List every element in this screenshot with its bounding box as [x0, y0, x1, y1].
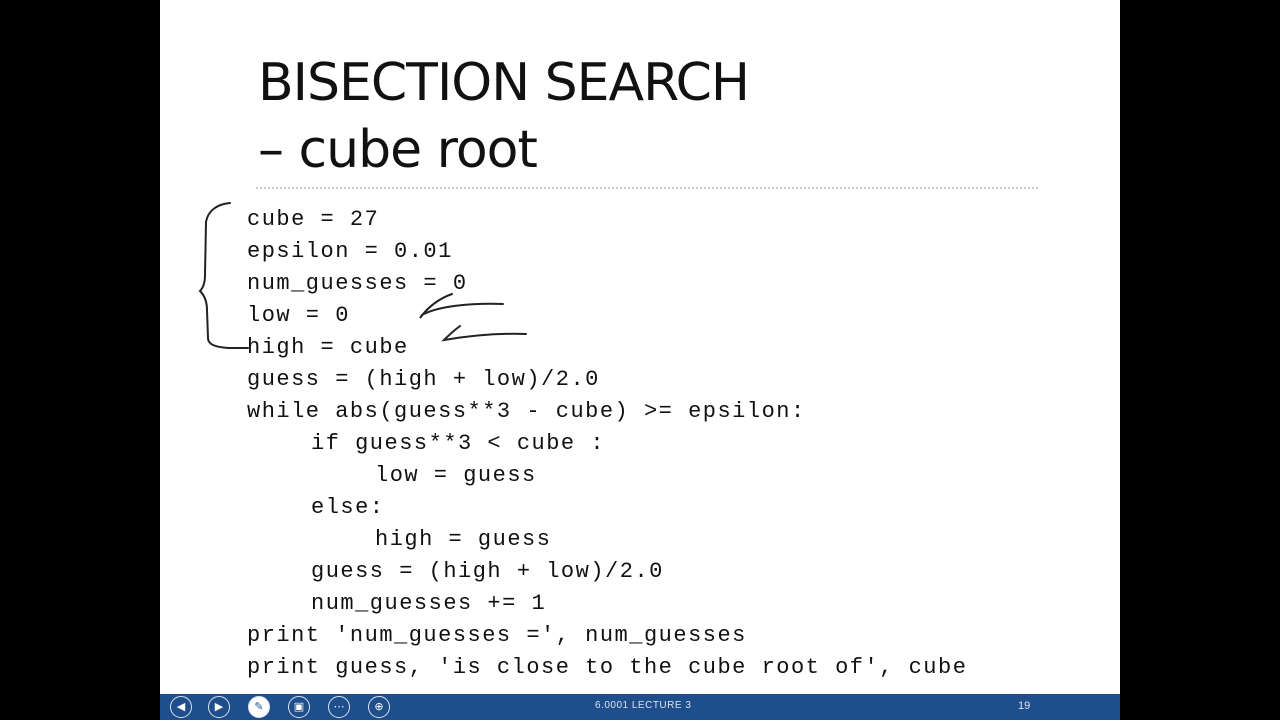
slides-icon[interactable]: ▣	[288, 696, 310, 718]
code-line: low = guess	[375, 463, 537, 488]
code-block: cube = 27 epsilon = 0.01 num_guesses = 0…	[247, 204, 967, 684]
title-divider	[256, 187, 1038, 189]
code-line: print 'num_guesses =', num_guesses	[247, 623, 747, 648]
forward-icon[interactable]: ▶	[208, 696, 230, 718]
code-line: cube = 27	[247, 207, 380, 232]
code-line: num_guesses += 1	[311, 591, 547, 616]
code-line: print guess, 'is close to the cube root …	[247, 655, 968, 680]
footer-text: 6.0001 LECTURE 3	[595, 700, 692, 711]
ink-bracket	[198, 202, 249, 349]
code-line: low = 0	[247, 303, 350, 328]
presentation-toolbar: ◀ ▶ ✎ ▣ ⋯ ⊕ 6.0001 LECTURE 3 19	[160, 694, 1120, 720]
code-line: while abs(guess**3 - cube) >= epsilon:	[247, 399, 806, 424]
code-line: if guess**3 < cube :	[311, 431, 606, 456]
code-line: high = cube	[247, 335, 409, 360]
slide: BISECTION SEARCH – cube root cube = 27 e…	[160, 0, 1120, 720]
code-line: else:	[311, 495, 385, 520]
slide-subtitle: – cube root	[258, 120, 538, 180]
pen-icon[interactable]: ✎	[248, 696, 270, 718]
page-number: 19	[1018, 700, 1031, 712]
zoom-icon[interactable]: ⊕	[368, 696, 390, 718]
code-line: epsilon = 0.01	[247, 239, 453, 264]
more-icon[interactable]: ⋯	[328, 696, 350, 718]
slide-title: BISECTION SEARCH	[258, 53, 750, 113]
back-icon[interactable]: ◀	[170, 696, 192, 718]
code-line: guess = (high + low)/2.0	[311, 559, 664, 584]
code-line: num_guesses = 0	[247, 271, 468, 296]
code-line: guess = (high + low)/2.0	[247, 367, 600, 392]
code-line: high = guess	[375, 527, 552, 552]
